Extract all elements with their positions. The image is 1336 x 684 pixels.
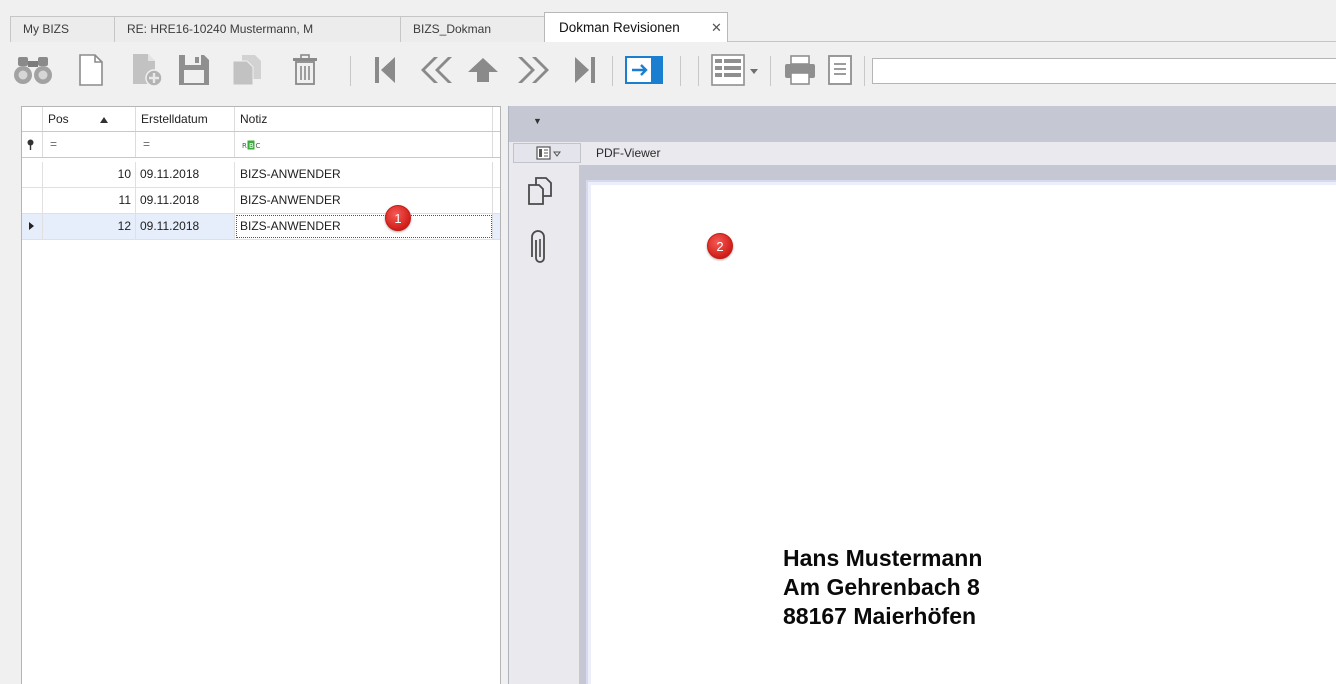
previous-record-icon[interactable]	[462, 42, 504, 98]
pdf-viewer-tab[interactable]: PDF-Viewer	[596, 142, 660, 165]
svg-text:B: B	[249, 142, 254, 150]
sidebar-toggle-icon	[536, 146, 561, 160]
add-document-icon[interactable]	[128, 42, 166, 98]
next-page-icon[interactable]	[512, 42, 556, 98]
list-view-icon[interactable]	[708, 42, 764, 98]
cell-pos[interactable]: 12	[43, 214, 136, 239]
tab-label: Dokman Revisionen	[559, 20, 680, 35]
save-icon[interactable]	[174, 42, 214, 98]
table-row[interactable]: 11 09.11.2018 BIZS-ANWENDER	[22, 188, 500, 214]
filter-row: = = R B C	[22, 132, 500, 158]
callout-badge-2: 2	[707, 233, 733, 259]
pdf-panel-header: ▼	[509, 106, 1336, 142]
current-row-arrow-icon	[29, 222, 34, 230]
column-header-notiz[interactable]: Notiz	[235, 107, 493, 131]
toolbar-separator	[770, 56, 771, 86]
cell-erstelldatum[interactable]: 09.11.2018	[136, 162, 235, 187]
cell-notiz-focused[interactable]: BIZS-ANWENDER	[235, 214, 493, 239]
cell-erstelldatum[interactable]: 09.11.2018	[136, 188, 235, 213]
toolbar-separator	[864, 56, 865, 86]
filter-pos-operator[interactable]: =	[43, 132, 136, 157]
first-record-icon[interactable]	[366, 42, 404, 98]
toolbar-separator	[350, 56, 351, 86]
new-document-icon[interactable]	[74, 42, 108, 98]
callout-badge-1: 1	[385, 205, 411, 231]
tab-re-hre16[interactable]: RE: HRE16-10240 Mustermann, M	[114, 16, 401, 42]
toolbar-search-input[interactable]	[872, 58, 1336, 84]
tab-label: My BIZS	[23, 22, 70, 36]
tab-my-bizs[interactable]: My BIZS	[10, 16, 115, 42]
pdf-tab-bar: PDF-Viewer	[509, 142, 1336, 165]
pages-thumbnail-icon[interactable]	[527, 176, 553, 209]
print-preview-icon[interactable]	[822, 42, 858, 98]
pdf-sidebar	[509, 165, 579, 684]
pdf-viewer-panel: ▼ PDF-Viewer Hans Mustermann Am Gehrenba…	[508, 106, 1336, 684]
row-indicator	[22, 162, 43, 187]
copy-document-icon[interactable]	[226, 42, 268, 98]
toolbar-separator	[698, 56, 699, 86]
tab-label: RE: HRE16-10240 Mustermann, M	[127, 22, 314, 36]
column-header-label: Erstelldatum	[141, 112, 208, 126]
column-header-erstelldatum[interactable]: Erstelldatum	[136, 107, 235, 131]
row-indicator	[22, 214, 43, 239]
toolbar-separator	[612, 56, 613, 86]
attachment-paperclip-icon[interactable]	[531, 230, 549, 269]
export-arrow-icon[interactable]	[622, 42, 666, 98]
filter-pin-icon[interactable]	[22, 132, 43, 157]
table-row[interactable]: 10 09.11.2018 BIZS-ANWENDER	[22, 162, 500, 188]
column-header-pos[interactable]: Pos	[43, 107, 136, 131]
row-indicator-header	[22, 107, 43, 131]
sort-ascending-icon	[100, 117, 108, 123]
tab-dokman-revisionen[interactable]: Dokman Revisionen ✕	[544, 12, 728, 42]
cell-notiz[interactable]: BIZS-ANWENDER	[235, 188, 493, 213]
pdf-document-page[interactable]: Hans Mustermann Am Gehrenbach 8 88167 Ma…	[586, 180, 1336, 684]
cell-pos[interactable]: 11	[43, 188, 136, 213]
last-record-icon[interactable]	[566, 42, 604, 98]
address-city: 88167 Maierhöfen	[783, 603, 977, 629]
pdf-sidebar-toggle-button[interactable]	[513, 143, 581, 163]
close-icon[interactable]: ✕	[711, 13, 722, 42]
cell-erstelldatum[interactable]: 09.11.2018	[136, 214, 235, 239]
grid-header: Pos Erstelldatum Notiz	[22, 107, 500, 132]
table-row-selected[interactable]: 12 09.11.2018 BIZS-ANWENDER	[22, 214, 500, 240]
svg-text:R: R	[242, 142, 247, 150]
tab-label: BIZS_Dokman	[413, 22, 492, 36]
filter-note-text-icon[interactable]: R B C	[235, 132, 493, 157]
address-block: Hans Mustermann Am Gehrenbach 8 88167 Ma…	[783, 544, 982, 631]
collapse-arrow-icon[interactable]: ▼	[533, 116, 542, 126]
column-header-label: Pos	[48, 112, 69, 126]
cell-pos[interactable]: 10	[43, 162, 136, 187]
toolbar-separator	[680, 56, 681, 86]
print-icon[interactable]	[780, 42, 820, 98]
tab-bizs-dokman[interactable]: BIZS_Dokman	[400, 16, 545, 42]
row-indicator	[22, 188, 43, 213]
toolbar	[0, 42, 1336, 102]
address-street: Am Gehrenbach 8	[783, 574, 980, 600]
binoculars-search-icon[interactable]	[8, 42, 58, 98]
column-header-label: Notiz	[240, 112, 268, 126]
revisions-grid: Pos Erstelldatum Notiz = = R B C 10 09.1…	[21, 106, 501, 684]
address-name: Hans Mustermann	[783, 545, 983, 571]
filter-date-operator[interactable]: =	[136, 132, 235, 157]
delete-trash-icon[interactable]	[286, 42, 324, 98]
cell-notiz[interactable]: BIZS-ANWENDER	[235, 162, 493, 187]
document-tab-strip: My BIZS RE: HRE16-10240 Mustermann, M BI…	[0, 0, 1336, 42]
previous-page-icon[interactable]	[414, 42, 458, 98]
svg-text:C: C	[256, 142, 261, 150]
